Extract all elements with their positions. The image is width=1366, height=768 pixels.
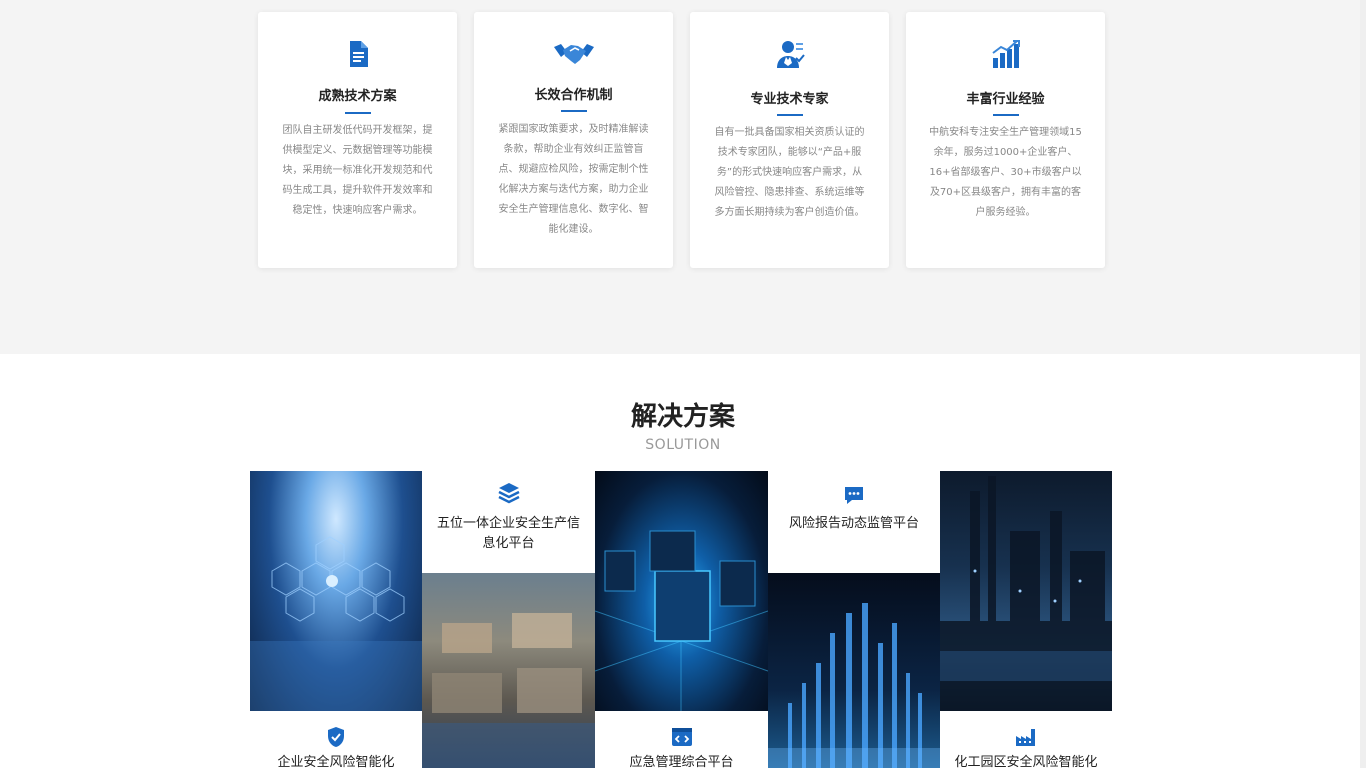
network-hexagon-overlay (250, 536, 422, 711)
expert-icon (776, 41, 805, 68)
solution-card-risk-report[interactable]: 风险报告动态监管平台 (768, 471, 940, 573)
solution-label: 化工园区安全风险智能化 (954, 755, 1098, 768)
server-room-image (250, 471, 422, 711)
machines-overlay (422, 613, 595, 768)
feature-card-technical-solution[interactable]: 成熟技术方案 团队自主研发低代码开发框架，提供模型定义、元数据管理等功能模块，采… (258, 12, 457, 268)
plant-overlay (940, 476, 1112, 711)
feature-card-experience[interactable]: 丰富行业经验 中航安科专注安全生产管理领域15余年，服务过1000+企业客户、1… (906, 12, 1105, 268)
feature-description: 团队自主研发低代码开发框架，提供模型定义、元数据管理等功能模块，采用统一标准化开… (282, 125, 433, 216)
chat-icon (845, 487, 863, 504)
features-section (0, 0, 1366, 354)
feature-title: 专业技术专家 (750, 92, 829, 107)
document-icon (349, 41, 368, 67)
solution-card-enterprise-risk[interactable]: 企业安全风险智能化 (250, 711, 422, 768)
factory-interior-image (422, 573, 595, 768)
factory-icon (1016, 729, 1035, 746)
solution-card-chemical-park[interactable]: 化工园区安全风险智能化 (940, 711, 1112, 768)
solution-label: 五位一体企业安全生产信息化平台 (436, 516, 580, 551)
bars-overlay (768, 603, 940, 768)
solution-heading: 解决方案 (630, 402, 735, 432)
chemical-plant-image (940, 471, 1112, 711)
shield-icon (328, 727, 344, 747)
cubes-overlay (595, 530, 768, 711)
scrollbar[interactable] (1360, 0, 1366, 768)
title-underline (992, 114, 1019, 116)
data-bars-image (768, 573, 940, 768)
feature-card-cooperation[interactable]: 长效合作机制 紧跟国家政策要求，及时精准解读条款，帮助企业有效纠正监管盲点、规避… (474, 12, 673, 268)
feature-description: 紧跟国家政策要求，及时精准解读条款，帮助企业有效纠正监管盲点、规避应检风险，按需… (498, 124, 649, 235)
feature-title: 长效合作机制 (534, 88, 613, 103)
solution-label: 风险报告动态监管平台 (788, 516, 919, 531)
feature-description: 自有一批具备国家相关资质认证的技术专家团队，能够以“产品+服务”的形式快速响应客… (714, 127, 865, 218)
code-window-icon (671, 728, 692, 746)
solution-label: 企业安全风险智能化 (277, 755, 395, 768)
feature-description: 中航安科专注安全生产管理领域15余年，服务过1000+企业客户、16+省部级客户… (929, 127, 1082, 218)
data-cubes-image (595, 471, 768, 711)
feature-title: 丰富行业经验 (966, 92, 1045, 107)
solution-subheading: SOLUTION (645, 437, 721, 453)
solution-card-five-in-one[interactable]: 五位一体企业安全生产信息化平台 (422, 471, 595, 573)
handshake-icon (553, 44, 594, 64)
title-underline (344, 112, 371, 114)
feature-card-experts[interactable]: 专业技术专家 自有一批具备国家相关资质认证的技术专家团队，能够以“产品+服务”的… (690, 12, 889, 268)
solution-card-emergency[interactable]: 应急管理综合平台 (595, 711, 768, 768)
layers-icon (497, 483, 520, 504)
solution-grid: 企业安全风险智能化 五位一体企业安全生产信息化平台 应急管理综合平台 风险报告动… (250, 471, 1112, 768)
solution-label: 应急管理综合平台 (629, 755, 734, 768)
growth-chart-icon (991, 40, 1020, 68)
title-underline (560, 110, 587, 112)
title-underline (776, 114, 803, 116)
feature-title: 成熟技术方案 (318, 89, 397, 104)
